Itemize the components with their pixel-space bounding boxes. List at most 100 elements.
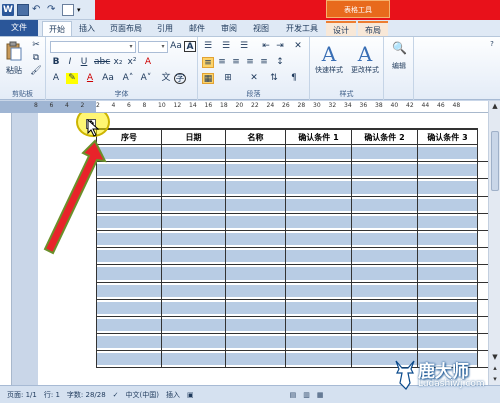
table-cell[interactable] xyxy=(286,213,352,230)
table-cell[interactable] xyxy=(286,179,352,196)
chinese-layout-icon[interactable]: ✕ xyxy=(248,73,260,84)
header-cell[interactable]: 确认条件 2 xyxy=(352,130,418,145)
phonetic-guide-icon[interactable]: 文 xyxy=(160,73,172,84)
table-cell[interactable] xyxy=(286,230,352,248)
scroll-up-icon[interactable]: ▲ xyxy=(489,101,500,112)
table-cell[interactable] xyxy=(352,248,418,265)
format-painter-icon[interactable]: 🖌 xyxy=(30,66,42,77)
find-icon[interactable]: 🔍 xyxy=(392,42,407,57)
asian-layout-icon[interactable]: ✕ xyxy=(292,41,304,52)
header-cell[interactable]: 确认条件 3 xyxy=(418,130,478,145)
table-cell[interactable] xyxy=(418,179,478,196)
page-indicator[interactable]: 页面: 1/1 xyxy=(7,390,37,400)
table-cell[interactable] xyxy=(162,351,226,368)
bullets-icon[interactable]: ☰ xyxy=(202,41,214,52)
table-cell[interactable] xyxy=(352,316,418,334)
enclose-char-icon[interactable]: 字 xyxy=(174,73,186,84)
header-cell[interactable]: 确认条件 1 xyxy=(286,130,352,145)
table-cell[interactable] xyxy=(352,265,418,282)
table-cell[interactable] xyxy=(352,334,418,351)
macro-record-icon[interactable]: ▣ xyxy=(187,391,194,399)
vertical-scrollbar[interactable]: ▲ ▼ ▴ ▾ xyxy=(488,101,500,385)
table-cell[interactable] xyxy=(286,282,352,299)
multilevel-list-icon[interactable]: ☰ xyxy=(238,41,250,52)
table-cell[interactable] xyxy=(286,334,352,351)
table-cell[interactable] xyxy=(226,230,286,248)
bold-icon[interactable]: B xyxy=(50,57,62,68)
table-cell[interactable] xyxy=(96,316,162,334)
font-size-combo[interactable]: ▾ xyxy=(138,41,168,53)
character-border-icon[interactable]: A xyxy=(184,41,196,52)
table-cell[interactable] xyxy=(162,196,226,213)
table-cell[interactable] xyxy=(226,316,286,334)
numbering-icon[interactable]: ☰ xyxy=(220,41,232,52)
language-indicator[interactable]: 中文(中国) xyxy=(126,390,159,400)
vertical-ruler[interactable] xyxy=(0,113,12,385)
full-screen-view-icon[interactable]: ▥ xyxy=(303,391,310,399)
clear-format-icon[interactable]: A xyxy=(142,57,154,68)
table-cell[interactable] xyxy=(352,179,418,196)
table-cell[interactable] xyxy=(418,299,478,316)
horizontal-ruler[interactable]: 8 6 4 2 2 4 6 8 10 12 14 16 18 20 22 24 26 28 30 32 34 36 38 40… xyxy=(0,101,488,113)
table-cell[interactable] xyxy=(226,282,286,299)
table-cell[interactable] xyxy=(226,162,286,179)
table-cell[interactable] xyxy=(286,351,352,368)
proofing-icon[interactable]: ✓ xyxy=(113,391,119,399)
justify-icon[interactable]: ≡ xyxy=(244,57,256,68)
underline-icon[interactable]: U xyxy=(78,57,90,68)
table-cell[interactable] xyxy=(286,145,352,162)
table-cell[interactable] xyxy=(418,213,478,230)
char-shading-icon[interactable]: Aa xyxy=(102,73,114,84)
tab-references[interactable]: 引用 xyxy=(154,21,176,36)
scroll-thumb[interactable] xyxy=(491,131,499,191)
highlight-color-icon[interactable]: ✎ xyxy=(66,73,78,84)
print-layout-view-icon[interactable]: ▤ xyxy=(290,391,297,399)
font-name-combo[interactable]: ▾ xyxy=(50,41,136,53)
table-cell[interactable] xyxy=(418,162,478,179)
table-cell[interactable] xyxy=(352,162,418,179)
tab-layout[interactable]: 布局 xyxy=(358,21,388,36)
shrink-font-icon[interactable]: A˅ xyxy=(140,73,152,84)
tab-insert[interactable]: 插入 xyxy=(76,21,98,36)
table-cell[interactable] xyxy=(286,299,352,316)
tab-mailings[interactable]: 邮件 xyxy=(186,21,208,36)
align-center-icon[interactable]: ≡ xyxy=(216,57,228,68)
table-cell[interactable] xyxy=(352,299,418,316)
table-cell[interactable] xyxy=(418,282,478,299)
table-cell[interactable] xyxy=(418,265,478,282)
table-cell[interactable] xyxy=(226,145,286,162)
table-cell[interactable] xyxy=(352,196,418,213)
change-case-icon[interactable]: Aa xyxy=(170,41,182,52)
decrease-indent-icon[interactable]: ⇤ xyxy=(260,41,272,52)
change-styles-icon[interactable]: A xyxy=(352,41,378,67)
table-cell[interactable] xyxy=(226,196,286,213)
superscript-icon[interactable]: x² xyxy=(126,57,138,68)
editing-button[interactable]: 编辑 xyxy=(384,61,414,71)
table-cell[interactable] xyxy=(418,334,478,351)
table-cell[interactable] xyxy=(226,351,286,368)
tab-design[interactable]: 设计 xyxy=(326,21,356,36)
line-spacing-icon[interactable]: ↕ xyxy=(274,57,286,68)
table-cell[interactable] xyxy=(352,145,418,162)
customize-qat-icon[interactable]: ▾ xyxy=(77,4,89,16)
table-cell[interactable] xyxy=(96,265,162,282)
header-cell[interactable]: 名称 xyxy=(226,130,286,145)
table-cell[interactable] xyxy=(352,282,418,299)
table-cell[interactable] xyxy=(96,282,162,299)
tab-view[interactable]: 视图 xyxy=(250,21,272,36)
table-cell[interactable] xyxy=(162,299,226,316)
strikethrough-icon[interactable]: abc xyxy=(94,57,110,68)
table-cell[interactable] xyxy=(418,230,478,248)
table-cell[interactable] xyxy=(352,213,418,230)
help-icon[interactable]: ? xyxy=(486,39,498,50)
align-left-icon[interactable]: ≡ xyxy=(202,57,214,68)
word-app-icon[interactable]: W xyxy=(2,4,14,16)
tab-developer[interactable]: 开发工具 xyxy=(282,21,322,36)
table-cell[interactable] xyxy=(286,162,352,179)
table-cell[interactable] xyxy=(226,213,286,230)
quick-styles-button[interactable]: 快速样式 xyxy=(312,65,346,75)
tab-file[interactable]: 文件 xyxy=(0,20,38,36)
italic-icon[interactable]: I xyxy=(64,57,76,68)
save-icon[interactable] xyxy=(17,4,29,16)
table-cell[interactable] xyxy=(162,145,226,162)
